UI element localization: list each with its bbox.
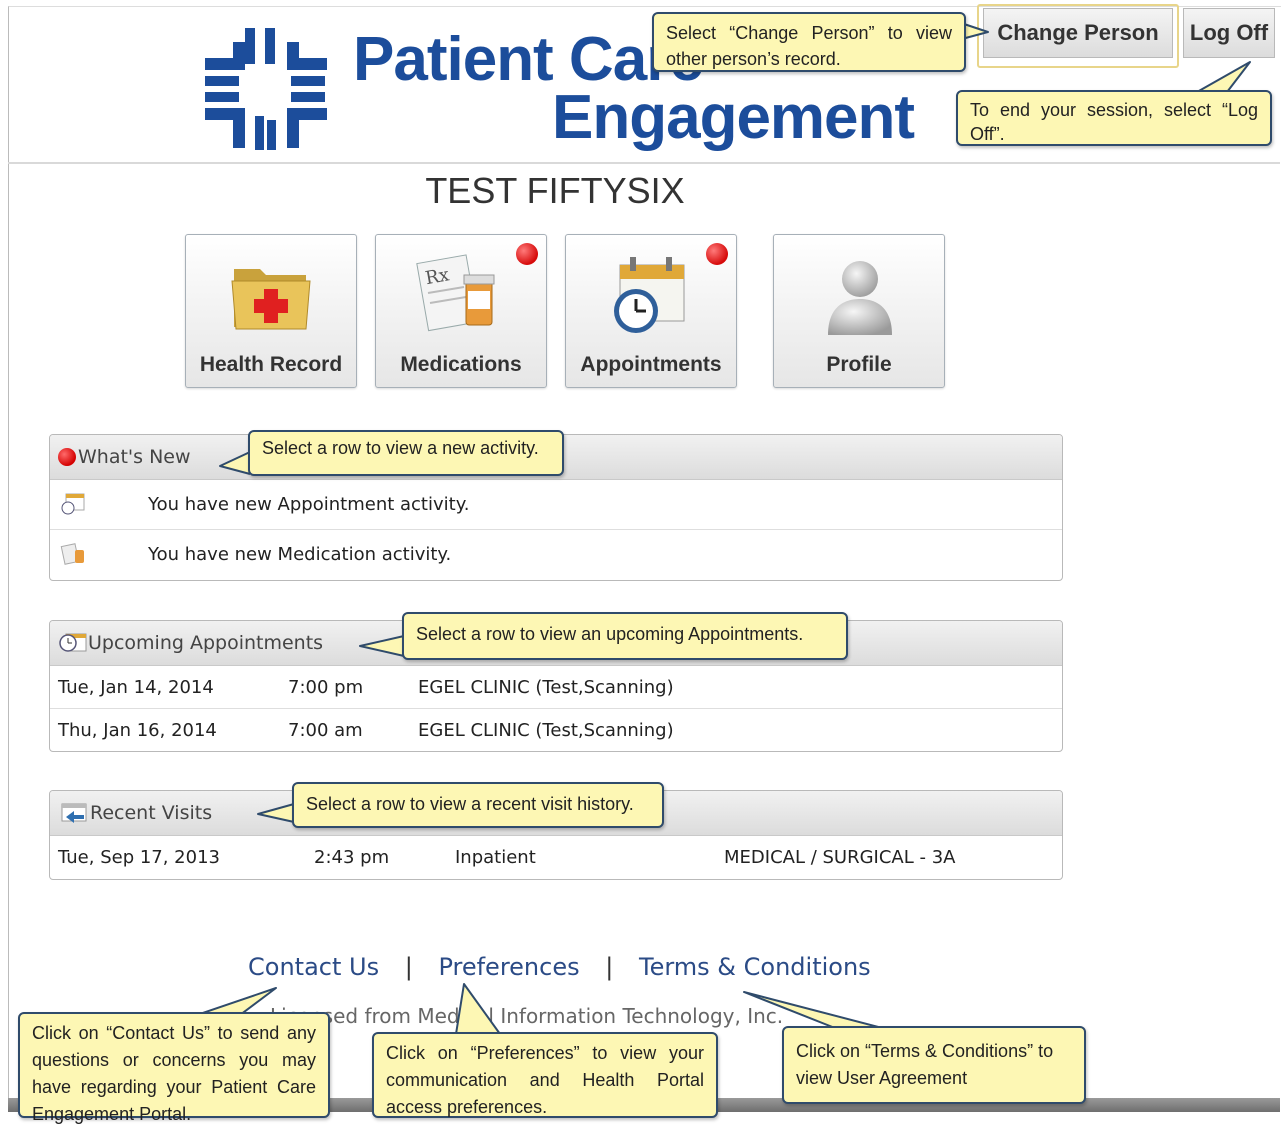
callout-upcoming: Select a row to view an upcoming Appoint… — [402, 612, 848, 660]
callout-whats-new: Select a row to view a new activity. — [248, 430, 564, 476]
callout-preferences: Click on “Preferences” to view your comm… — [372, 1032, 718, 1118]
callout-recent-visits: Select a row to view a recent visit hist… — [292, 782, 664, 828]
callout-change-person: Select “Change Person” to view other per… — [652, 12, 966, 72]
callout-terms: Click on “Terms & Conditions” to view Us… — [782, 1026, 1086, 1104]
callout-log-off: To end your session, select “Log Off”. — [956, 90, 1272, 146]
callout-pointers — [187, 21, 1251, 1035]
callout-contact-us: Click on “Contact Us” to send any questi… — [18, 1012, 330, 1124]
